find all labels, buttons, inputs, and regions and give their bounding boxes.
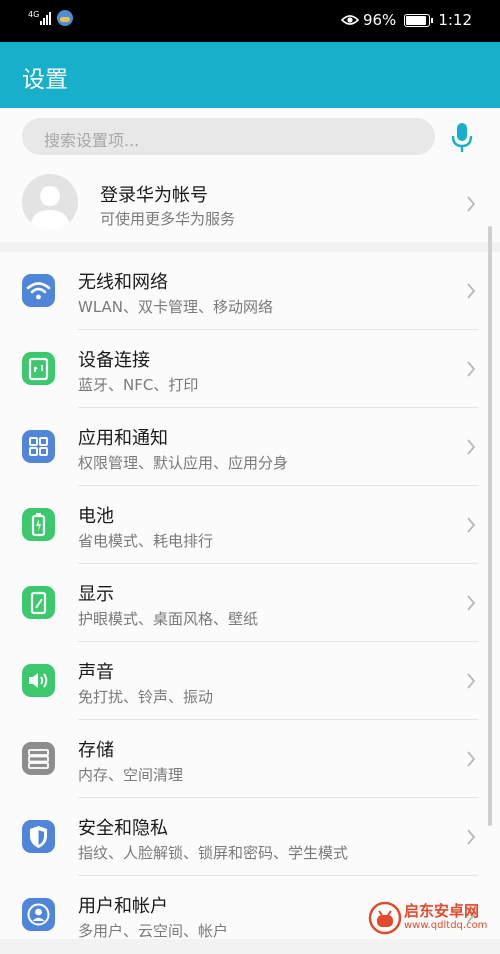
- display-icon: [22, 586, 55, 619]
- chevron-right-icon: [467, 196, 476, 212]
- device-connect-icon: [22, 352, 55, 385]
- item-subtitle: 多用户、云空间、帐户: [78, 922, 229, 940]
- item-title: 显示: [78, 584, 114, 605]
- eye-comfort-icon: [340, 15, 359, 25]
- user-icon: [22, 898, 55, 931]
- network-type: 4G: [28, 10, 40, 19]
- chevron-right-icon: [467, 439, 476, 455]
- page-title: 设置: [22, 67, 68, 93]
- shield-icon: [22, 820, 55, 853]
- item-subtitle: 省电模式、耗电排行: [78, 532, 214, 550]
- item-subtitle: 权限管理、默认应用、应用分身: [78, 454, 289, 472]
- item-subtitle: 护眼模式、桌面风格、壁纸: [78, 610, 259, 628]
- watermark-name: 启东安卓网: [404, 902, 480, 920]
- account-subtitle: 可使用更多华为服务: [100, 210, 236, 228]
- storage-icon: [22, 742, 55, 775]
- account-title: 登录华为帐号: [100, 185, 208, 206]
- account-row[interactable]: 登录华为帐号 可使用更多华为服务: [0, 165, 500, 242]
- item-title: 应用和通知: [78, 428, 168, 449]
- microphone-icon[interactable]: [450, 122, 474, 154]
- clock: 1:12: [438, 11, 472, 29]
- item-title: 声音: [78, 662, 114, 683]
- battery-icon: [404, 13, 434, 27]
- item-subtitle: 指纹、人脸解锁、锁屏和密码、学生模式: [78, 844, 349, 862]
- signal-icon: [40, 11, 52, 25]
- item-title: 无线和网络: [78, 272, 168, 293]
- scrollbar[interactable]: [488, 226, 492, 826]
- battery-icon: [22, 508, 55, 541]
- settings-item-storage[interactable]: 存储 内存、空间清理: [0, 720, 500, 798]
- settings-list: 无线和网络 WLAN、双卡管理、移动网络 设备连接 蓝牙、NFC、打印 应用和通…: [0, 252, 500, 940]
- avatar-icon: [22, 174, 78, 230]
- settings-item-security-privacy[interactable]: 安全和隐私 指纹、人脸解锁、锁屏和密码、学生模式: [0, 798, 500, 876]
- watermark-url: www.qdltdq.com: [404, 920, 488, 931]
- battery-percent: 96%: [362, 11, 397, 29]
- watermark-text: 启东安卓网 www.qdltdq.com: [404, 903, 487, 932]
- settings-item-wireless[interactable]: 无线和网络 WLAN、双卡管理、移动网络: [0, 252, 500, 330]
- apps-icon: [22, 430, 55, 463]
- item-title: 电池: [78, 506, 114, 527]
- search-placeholder: 搜索设置项...: [44, 131, 140, 150]
- status-left: 4G: [28, 10, 74, 26]
- settings-item-sound[interactable]: 声音 免打扰、铃声、振动: [0, 642, 500, 720]
- item-subtitle: 蓝牙、NFC、打印: [78, 376, 199, 394]
- item-subtitle: 内存、空间清理: [78, 766, 184, 784]
- watermark: 启东安卓网 www.qdltdq.com: [368, 896, 500, 939]
- settings-item-device-connection[interactable]: 设备连接 蓝牙、NFC、打印: [0, 330, 500, 408]
- status-right: 96% 1:12: [340, 11, 472, 29]
- item-title: 存储: [78, 740, 114, 761]
- chevron-right-icon: [467, 283, 476, 299]
- chevron-right-icon: [467, 829, 476, 845]
- wifi-icon: [22, 274, 55, 307]
- item-subtitle: 免打扰、铃声、振动: [78, 688, 214, 706]
- chevron-right-icon: [467, 751, 476, 767]
- chevron-right-icon: [467, 595, 476, 611]
- settings-item-display[interactable]: 显示 护眼模式、桌面风格、壁纸: [0, 564, 500, 642]
- settings-item-apps-notifications[interactable]: 应用和通知 权限管理、默认应用、应用分身: [0, 408, 500, 486]
- settings-item-battery[interactable]: 电池 省电模式、耗电排行: [0, 486, 500, 564]
- item-subtitle: WLAN、双卡管理、移动网络: [78, 298, 274, 316]
- status-bar: 4G 96% 1:12: [0, 0, 500, 42]
- chevron-right-icon: [467, 673, 476, 689]
- watermark-logo-icon: [368, 901, 402, 934]
- app-header: 设置: [0, 42, 500, 108]
- search-row: 搜索设置项...: [0, 108, 500, 165]
- app-notification-icon: [57, 10, 74, 26]
- chevron-right-icon: [467, 517, 476, 533]
- chevron-right-icon: [467, 361, 476, 377]
- sound-icon: [22, 664, 55, 697]
- search-input[interactable]: 搜索设置项...: [22, 118, 435, 155]
- item-title: 设备连接: [78, 350, 150, 371]
- item-title: 安全和隐私: [78, 818, 168, 839]
- item-title: 用户和帐户: [78, 896, 168, 917]
